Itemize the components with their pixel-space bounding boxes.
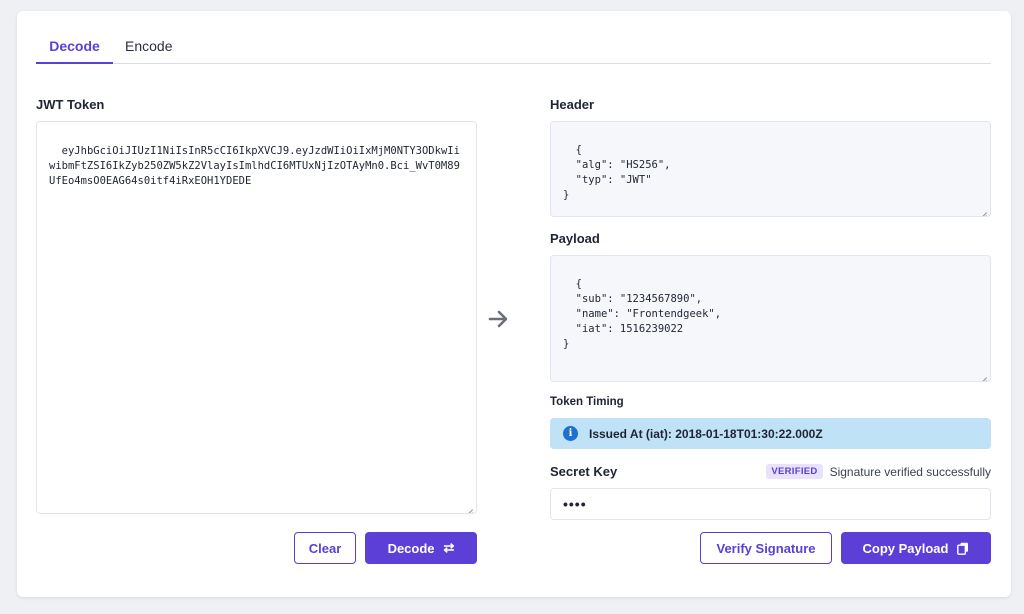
token-timing-alert: i Issued At (iat): 2018-01-18T01:30:22.0… xyxy=(550,418,991,449)
payload-label: Payload xyxy=(550,231,600,246)
signature-status: VERIFIED Signature verified successfully xyxy=(766,464,991,479)
verify-signature-button[interactable]: Verify Signature xyxy=(700,532,832,564)
payload-json: { "sub": "1234567890", "name": "Frontend… xyxy=(563,278,722,350)
clear-button-label: Clear xyxy=(308,540,342,556)
payload-output[interactable]: { "sub": "1234567890", "name": "Frontend… xyxy=(550,255,991,382)
secret-key-input[interactable]: •••• xyxy=(550,488,991,520)
resize-handle-icon[interactable] xyxy=(979,370,987,378)
token-timing-label: Token Timing xyxy=(550,396,624,408)
swap-arrows-icon: ⇄ xyxy=(443,540,455,555)
decode-button[interactable]: Decode ⇄ xyxy=(365,532,477,564)
jwt-token-label: JWT Token xyxy=(36,97,105,112)
resize-handle-icon[interactable] xyxy=(465,502,473,510)
jwt-token-input[interactable]: eyJhbGciOiJIUzI1NiIsInR5cCI6IkpXVCJ9.eyJ… xyxy=(36,121,477,514)
info-icon: i xyxy=(563,426,578,441)
jwt-token-text: eyJhbGciOiJIUzI1NiIsInR5cCI6IkpXVCJ9.eyJ… xyxy=(49,145,460,187)
copy-payload-button[interactable]: Copy Payload xyxy=(841,532,991,564)
clear-button[interactable]: Clear xyxy=(294,532,356,564)
secret-key-value: •••• xyxy=(563,496,587,512)
header-json: { "alg": "HS256", "typ": "JWT" } xyxy=(563,144,671,201)
resize-handle-icon[interactable] xyxy=(979,205,987,213)
decode-button-label: Decode xyxy=(387,540,435,556)
tab-bar: Decode Encode xyxy=(36,34,991,64)
secret-key-label: Secret Key xyxy=(550,464,618,479)
issued-at-text: Issued At (iat): 2018-01-18T01:30:22.000… xyxy=(589,426,823,441)
signature-status-text: Signature verified successfully xyxy=(829,464,991,479)
header-label: Header xyxy=(550,97,595,112)
header-output[interactable]: { "alg": "HS256", "typ": "JWT" } xyxy=(550,121,991,217)
copy-payload-label: Copy Payload xyxy=(862,540,949,556)
tab-decode[interactable]: Decode xyxy=(36,34,113,64)
tab-encode[interactable]: Encode xyxy=(125,34,177,64)
arrow-right-icon xyxy=(488,310,508,328)
copy-icon xyxy=(957,542,969,555)
verified-badge: VERIFIED xyxy=(766,464,823,479)
verify-signature-label: Verify Signature xyxy=(716,540,816,556)
